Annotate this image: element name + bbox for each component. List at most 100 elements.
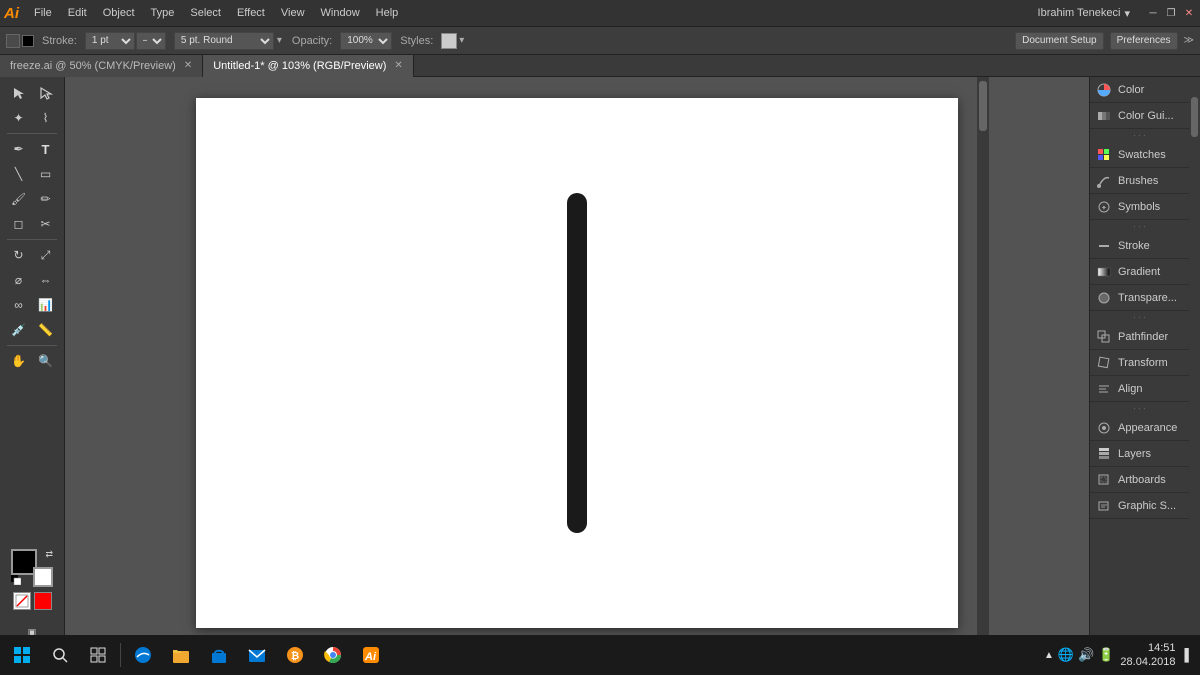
menu-window[interactable]: Window [314,5,367,21]
pen-tool[interactable]: ✒ [6,137,32,161]
panel-layers[interactable]: Layers [1090,441,1189,467]
menu-type[interactable]: Type [144,5,182,21]
menu-edit[interactable]: Edit [61,5,94,21]
line-tool[interactable]: ╲ [6,162,32,186]
magic-wand-tool[interactable]: ✦ [6,106,32,130]
user-menu-arrow[interactable]: ▾ [1124,7,1130,20]
show-hidden-icon[interactable]: ▲ [1044,650,1054,661]
toolbar-options-icon[interactable]: ≫ [1184,35,1194,46]
panel-symbols[interactable]: ✦ Symbols [1090,194,1189,220]
selection-tool[interactable] [6,81,32,105]
panel-layers-label: Layers [1118,448,1151,460]
panel-align[interactable]: Align [1090,376,1189,402]
eyedropper-tool[interactable]: 💉 [6,318,32,342]
paintbrush-tool[interactable]: 🖌 [6,187,32,211]
pencil-tool[interactable]: ✏ [33,187,59,211]
fill-swatch[interactable] [6,34,20,48]
canvas-vscroll-thumb[interactable] [979,81,987,131]
stroke-style-select[interactable]: — [136,32,166,50]
brush-select[interactable]: 5 pt. Round [174,32,274,50]
rotate-tool[interactable]: ↻ [6,243,32,267]
crypto-button[interactable]: ₿ [277,637,313,673]
menu-file[interactable]: File [27,5,59,21]
panel-transform[interactable]: Transform [1090,350,1189,376]
panel-stroke[interactable]: Stroke [1090,233,1189,259]
tab-freeze-close[interactable]: ✕ [184,60,192,71]
tabs-bar: freeze.ai @ 50% (CMYK/Preview) ✕ Untitle… [0,55,1200,77]
tab-untitled-close[interactable]: ✕ [394,60,402,71]
task-view-button[interactable] [80,637,116,673]
panel-artboards[interactable]: Artboards [1090,467,1189,493]
default-colors-icon[interactable] [11,575,21,587]
panel-graphic-styles[interactable]: Graphic S... [1090,493,1189,519]
measure-tool[interactable]: 📏 [33,318,59,342]
panel-appearance[interactable]: Appearance [1090,415,1189,441]
type-tool[interactable]: T [33,137,59,161]
clock-date: 28.04.2018 [1120,655,1175,669]
chart-tool[interactable]: 📊 [33,293,59,317]
restore-button[interactable]: ❐ [1164,6,1178,20]
panels-scrollbar[interactable] [1189,77,1200,648]
swap-colors-icon[interactable]: ⇄ [45,549,53,560]
none-fill-btn[interactable] [13,592,31,610]
user-name: Ibrahim Tenekeci [1038,7,1121,19]
show-desktop-btn[interactable]: ▌ [1181,646,1196,664]
canvas-area[interactable] [65,77,1089,648]
direct-select-tool[interactable] [33,81,59,105]
minimize-button[interactable]: ─ [1146,6,1160,20]
stroke-color-swatch[interactable] [22,35,34,47]
canvas-vscrollbar[interactable] [977,77,989,648]
close-button[interactable]: ✕ [1182,6,1196,20]
menu-effect[interactable]: Effect [230,5,272,21]
rect-tool[interactable]: ▭ [33,162,59,186]
panel-pathfinder[interactable]: Pathfinder [1090,324,1189,350]
mail-button[interactable] [239,637,275,673]
scale-tool[interactable]: ⤢ [33,243,59,267]
opacity-select[interactable]: 100% [340,32,392,50]
search-button[interactable] [42,637,78,673]
panel-transparency[interactable]: Transpare... [1090,285,1189,311]
network-icon[interactable]: 🌐 [1058,647,1074,663]
ai-button[interactable]: Ai [353,637,389,673]
menu-object[interactable]: Object [96,5,142,21]
store-button[interactable] [201,637,237,673]
panels-container: Color Color Gui... · · · Swatches Brushe… [1089,77,1200,648]
file-explorer-button[interactable] [163,637,199,673]
edge-button[interactable] [125,637,161,673]
zoom-tool[interactable]: 🔍 [33,349,59,373]
menu-select[interactable]: Select [183,5,228,21]
blend-tool[interactable]: ∞ [6,293,32,317]
tab-freeze[interactable]: freeze.ai @ 50% (CMYK/Preview) ✕ [0,55,203,77]
battery-icon[interactable]: 🔋 [1098,647,1114,663]
brush-arrow[interactable]: ▾ [275,35,284,46]
stroke-weight-select[interactable]: 1 pt [85,32,135,50]
warp-tool[interactable]: ⌀ [6,268,32,292]
menu-help[interactable]: Help [369,5,406,21]
eraser-tool[interactable]: ◻ [6,212,32,236]
lasso-tool[interactable]: ⌇ [33,106,59,130]
chrome-button[interactable] [315,637,351,673]
clock[interactable]: 14:51 28.04.2018 [1120,641,1175,670]
stroke-color-box[interactable] [33,567,53,587]
panel-gradient[interactable]: Gradient [1090,259,1189,285]
scissors-tool[interactable]: ✂ [33,212,59,236]
tab-untitled[interactable]: Untitled-1* @ 103% (RGB/Preview) ✕ [203,55,414,77]
volume-icon[interactable]: 🔊 [1078,647,1094,663]
color-indicator[interactable] [34,592,52,610]
title-bar-right: Ibrahim Tenekeci ▾ ─ ❐ ✕ [1038,6,1196,20]
layers-panel-icon [1096,446,1112,462]
start-button[interactable] [4,637,40,673]
panels-scroll-thumb[interactable] [1191,97,1198,137]
panel-color[interactable]: Color [1090,77,1189,103]
panel-brushes[interactable]: Brushes [1090,168,1189,194]
styles-preview [441,33,457,49]
menu-view[interactable]: View [274,5,312,21]
document-setup-button[interactable]: Document Setup [1015,32,1104,50]
preferences-button[interactable]: Preferences [1110,32,1178,50]
panel-swatches[interactable]: Swatches [1090,142,1189,168]
width-tool[interactable]: ⇔ [33,268,59,292]
panel-color-guide[interactable]: Color Gui... [1090,103,1189,129]
styles-arrow[interactable]: ▾ [459,35,464,46]
panel-graphic-styles-label: Graphic S... [1118,500,1176,512]
hand-tool[interactable]: ✋ [6,349,32,373]
